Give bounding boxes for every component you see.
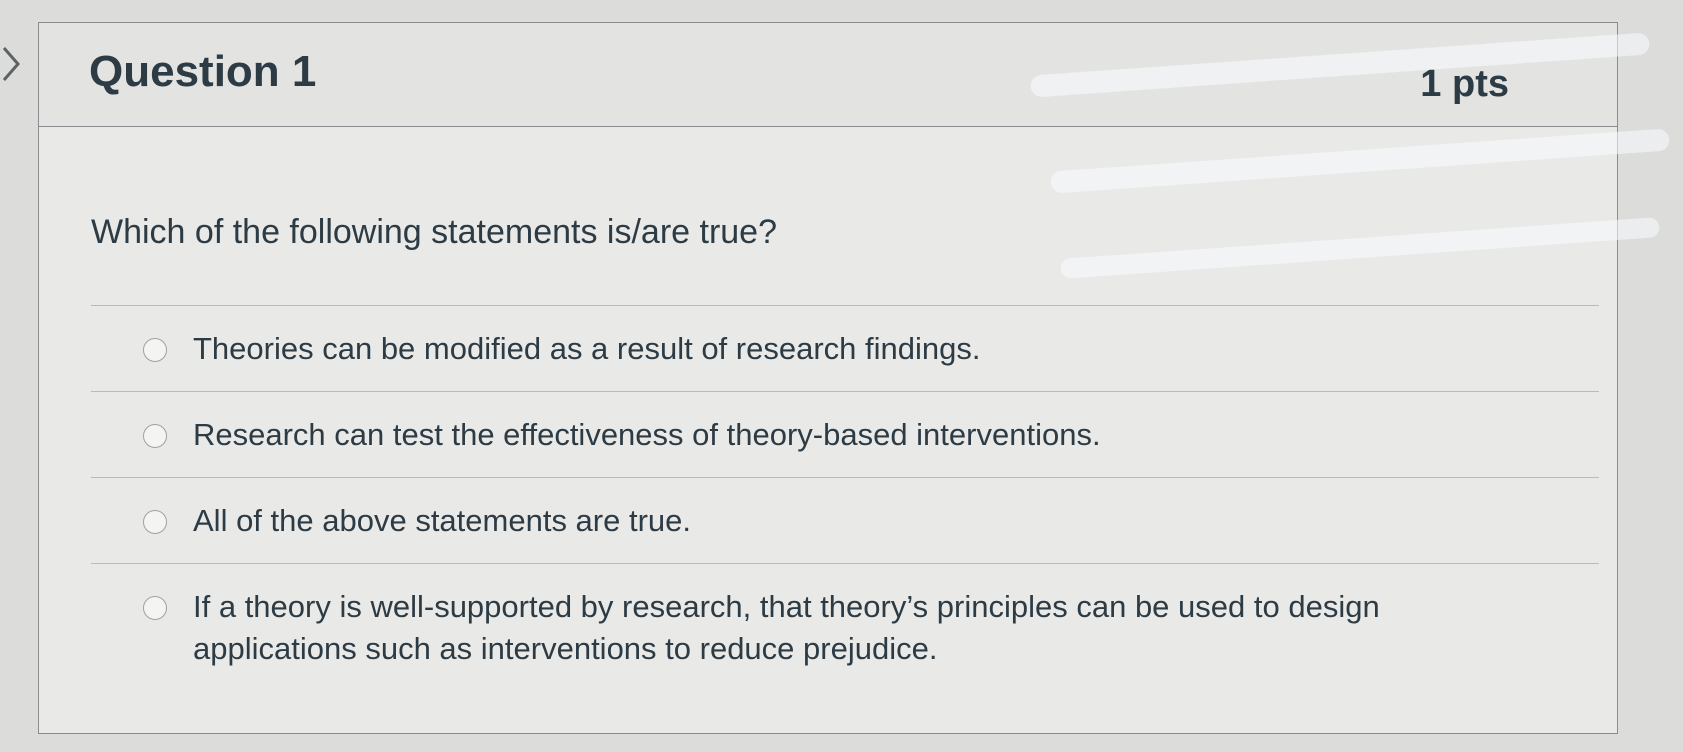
- question-title: Question 1: [89, 47, 317, 96]
- question-card: Question 1 1 pts Which of the following …: [38, 22, 1618, 734]
- answer-radio-4[interactable]: [143, 596, 167, 620]
- chevron-right-icon[interactable]: [0, 44, 24, 84]
- answer-option-3[interactable]: All of the above statements are true.: [91, 477, 1599, 563]
- question-header: Question 1 1 pts: [39, 23, 1617, 127]
- answer-option-2[interactable]: Research can test the effectiveness of t…: [91, 391, 1599, 477]
- question-points: 1 pts: [1420, 63, 1509, 105]
- question-prompt: Which of the following statements is/are…: [91, 213, 777, 251]
- answer-radio-2[interactable]: [143, 424, 167, 448]
- answer-radio-3[interactable]: [143, 510, 167, 534]
- answer-label-3[interactable]: All of the above statements are true.: [193, 500, 1533, 542]
- answer-radio-1[interactable]: [143, 338, 167, 362]
- answer-label-1[interactable]: Theories can be modified as a result of …: [193, 328, 1533, 370]
- answer-label-2[interactable]: Research can test the effectiveness of t…: [193, 414, 1533, 456]
- answer-option-1[interactable]: Theories can be modified as a result of …: [91, 305, 1599, 391]
- answer-list: Theories can be modified as a result of …: [91, 305, 1599, 693]
- answer-option-4[interactable]: If a theory is well-supported by researc…: [91, 563, 1599, 693]
- answer-label-4[interactable]: If a theory is well-supported by researc…: [193, 586, 1533, 670]
